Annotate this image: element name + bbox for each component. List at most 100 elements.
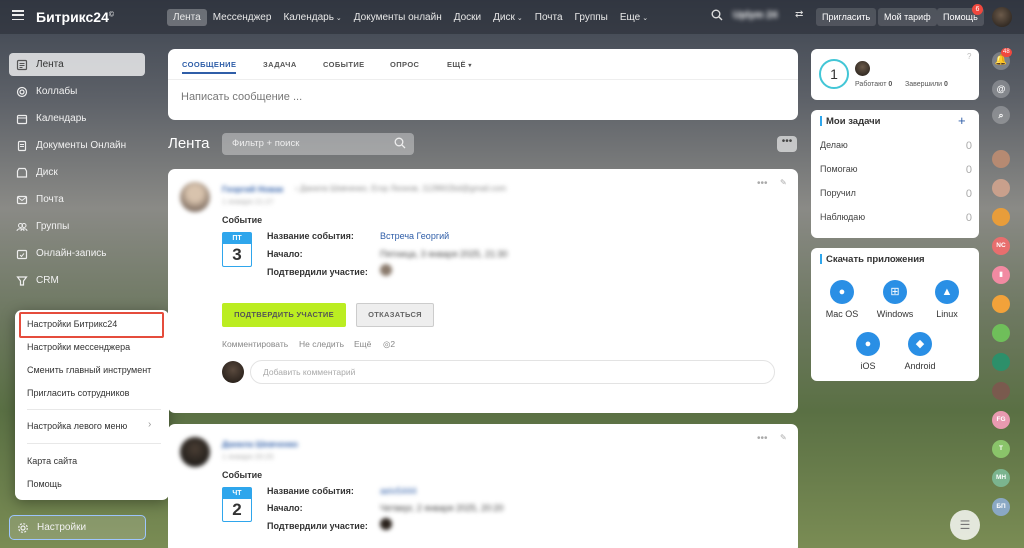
avatar[interactable] [992,382,1010,400]
more-link[interactable]: Ещё [354,339,371,349]
nav-disk[interactable]: Диск ⌄ [487,9,529,26]
avatar-initials[interactable]: БП [992,498,1010,516]
avatar[interactable] [992,7,1012,27]
invite-button[interactable]: Пригласить [816,8,877,26]
sidebar-item-feed[interactable]: Лента [9,53,145,76]
avatar[interactable] [992,179,1010,197]
nav-docs[interactable]: Документы онлайн [348,9,448,26]
sidebar-item-booking[interactable]: Онлайн-запись [9,242,145,265]
comment-link[interactable]: Комментировать [222,339,288,349]
pin-icon[interactable]: ✎ [780,433,787,442]
task-row-doing[interactable]: Делаю 0 [820,140,972,152]
sidebar-item-label: Лента [36,59,64,70]
menu-item-left-menu-settings[interactable]: Настройка левого меню [27,421,127,431]
tab-task[interactable]: ЗАДАЧА [263,60,297,69]
sidebar-item-groups[interactable]: Группы [9,215,145,238]
tab-more[interactable]: ЕЩЁ ▾ [447,60,472,69]
nav-boards[interactable]: Доски [448,9,487,26]
menu-item-help[interactable]: Помощь [27,479,62,489]
message-input[interactable]: Написать сообщение ... [181,91,302,103]
task-row-helping[interactable]: Помогаю 0 [820,164,972,176]
tariff-button[interactable]: Мой тариф [878,8,937,26]
search-icon[interactable] [711,9,723,21]
user-name[interactable]: Uplym 24 [733,10,777,21]
avatar[interactable] [380,264,392,276]
chevron-right-icon: › [148,419,152,430]
decline-button[interactable]: ОТКАЗАТЬСЯ [356,303,434,327]
search-icon[interactable]: ⌕ [992,106,1010,124]
at-icon[interactable]: @ [992,80,1010,98]
avatar[interactable] [380,518,392,530]
app-windows[interactable]: ⊞ Windows [870,280,920,319]
avatar[interactable] [222,361,244,383]
confirmed-label: Подтвердили участие: [267,267,368,277]
avatar[interactable] [992,295,1010,313]
menu-item-b24-settings[interactable]: Настройки Битрикс24 [27,319,117,329]
avatar[interactable] [992,324,1010,342]
nav-groups[interactable]: Группы [569,9,614,26]
sidebar-item-disk[interactable]: Диск [9,161,145,184]
nav-calendar[interactable]: Календарь ⌄ [277,9,347,26]
avatar-initials[interactable]: NC [992,237,1010,255]
menu-item-messenger-settings[interactable]: Настройки мессенджера [27,342,130,352]
add-task-button[interactable]: + [958,113,966,128]
tab-poll[interactable]: ОПРОС [390,60,419,69]
menu-item-invite-employees[interactable]: Пригласить сотрудников [27,388,129,398]
menu-item-change-main-tool[interactable]: Сменить главный инструмент [27,365,151,375]
post-author[interactable]: Георгий Новак [222,184,283,194]
sidebar-settings[interactable]: Настройки [9,515,146,540]
tab-message[interactable]: СООБЩЕНИЕ [182,60,236,69]
event-name-link[interactable]: aeiv5444 [380,486,417,496]
unfollow-link[interactable]: Не следить [299,339,344,349]
menu-icon[interactable] [12,10,24,20]
nav-more[interactable]: Еще ⌄ [614,9,654,26]
app-linux[interactable]: ▲ Linux [922,280,972,319]
more-icon[interactable]: ••• [757,433,768,444]
logo[interactable]: Битрикс24© [36,9,114,25]
app-ios[interactable]: ● iOS [843,332,893,371]
help-icon[interactable]: ? [967,52,971,61]
menu-item-sitemap[interactable]: Карта сайта [27,456,77,466]
views-count: ◎2 [383,339,396,349]
settings-popup: Настройки Битрикс24 Настройки мессенджер… [15,310,169,500]
sidebar-item-calendar[interactable]: Календарь [9,107,145,130]
avatar-initials[interactable]: T [992,440,1010,458]
event-name-link[interactable]: Встреча Георгий [380,231,449,241]
post-author[interactable]: Данила Шевченко [222,439,298,449]
windows-icon: ⊞ [883,280,907,304]
tasks-title[interactable]: Мои задачи [826,116,881,127]
chat-icon[interactable]: ☰ [950,510,980,540]
sidebar-item-mail[interactable]: Почта [9,188,145,211]
sidebar-item-collabs[interactable]: Коллабы [9,80,145,103]
more-icon[interactable]: ••• [757,178,768,189]
more-button[interactable]: ••• [777,136,797,152]
nav-messenger[interactable]: Мессенджер [207,9,278,26]
filter-input[interactable]: Фильтр + поиск [222,133,414,155]
sync-icon[interactable]: ⇄ [795,9,803,20]
tab-event[interactable]: СОБЫТИЕ [323,60,365,69]
avatar[interactable] [180,437,210,467]
working-count[interactable]: 1 [819,59,849,89]
confirm-button[interactable]: ПОДТВЕРДИТЬ УЧАСТИЕ [222,303,346,327]
calendar-icon [16,113,28,125]
task-row-assigned[interactable]: Поручил 0 [820,188,972,200]
avatar-initials[interactable]: МН [992,469,1010,487]
avatar-initials[interactable]: FG [992,411,1010,429]
avatar[interactable] [992,208,1010,226]
comment-input[interactable]: Добавить комментарий [250,360,775,384]
avatar[interactable] [180,182,210,212]
avatar[interactable] [992,353,1010,371]
bookmark-icon[interactable]: ▮ [992,266,1010,284]
nav-feed[interactable]: Лента [167,8,207,26]
avatar[interactable] [992,150,1010,168]
sidebar-item-docs[interactable]: Документы Онлайн [9,134,145,157]
avatar[interactable] [855,61,870,76]
search-icon[interactable] [394,137,406,149]
task-row-watching[interactable]: Наблюдаю 0 [820,212,972,224]
app-android[interactable]: ◆ Android [895,332,945,371]
post-recipients[interactable]: › Данила Шевченко, Егор Леонов, 1128602b… [295,184,506,193]
app-macos[interactable]: ● Mac OS [817,280,867,319]
nav-mail[interactable]: Почта [529,9,569,26]
sidebar-item-crm[interactable]: CRM [9,269,145,292]
pin-icon[interactable]: ✎ [780,178,787,187]
